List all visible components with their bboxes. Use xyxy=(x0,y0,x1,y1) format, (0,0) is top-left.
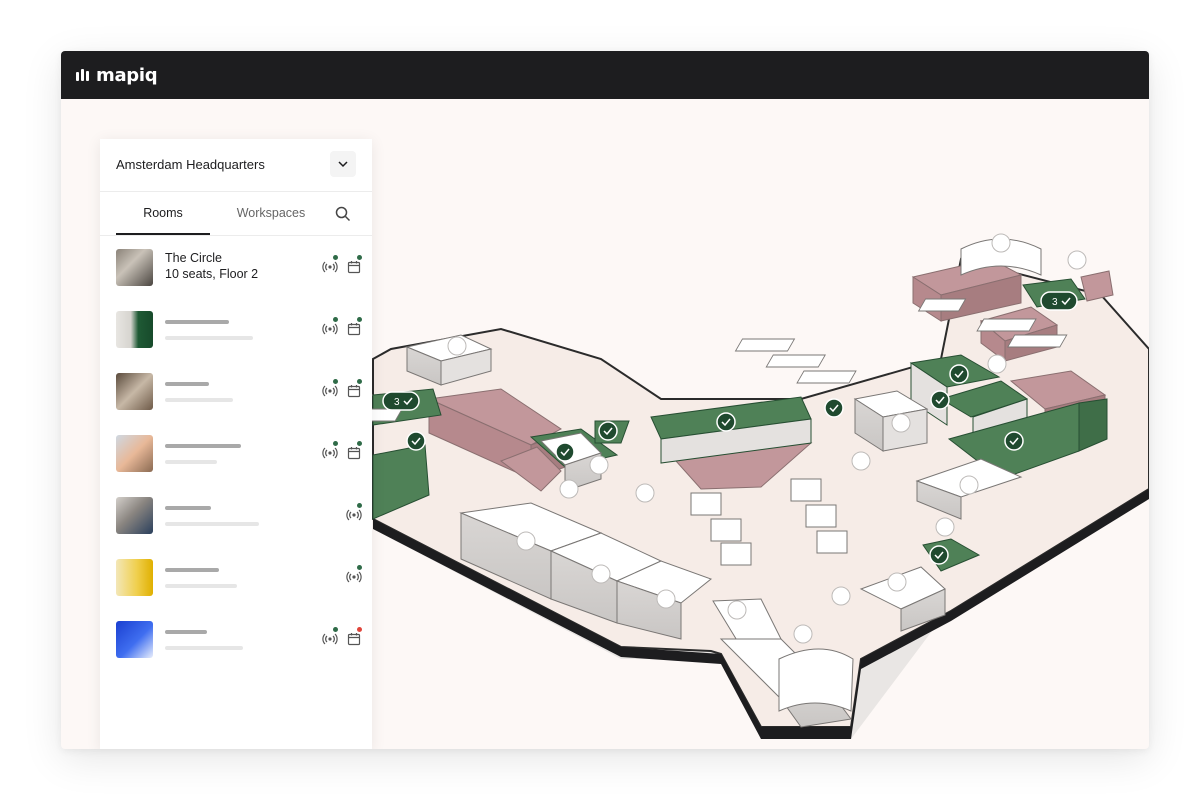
app-window: mapiq 3 3 Amsterdam Headquarters Rooms W… xyxy=(61,51,1149,749)
list-item[interactable] xyxy=(100,484,372,546)
available-marker[interactable] xyxy=(716,412,736,432)
room-subtitle: 10 seats, Floor 2 xyxy=(165,267,259,281)
chevron-down-icon xyxy=(338,161,348,168)
available-marker[interactable] xyxy=(949,364,969,384)
list-item[interactable] xyxy=(100,360,372,422)
tab-bar: Rooms Workspaces xyxy=(100,192,372,236)
sensor-status-dot xyxy=(333,255,338,260)
sensor-icon xyxy=(322,261,338,273)
room-thumbnail xyxy=(116,249,153,286)
sensor-icon xyxy=(346,571,362,583)
calendar-icon[interactable] xyxy=(346,445,362,461)
calendar-status-dot xyxy=(357,379,362,384)
calendar-status-dot xyxy=(357,317,362,322)
room-thumbnail xyxy=(116,621,153,658)
list-item[interactable] xyxy=(100,422,372,484)
cluster-badge[interactable]: 3 xyxy=(1040,291,1078,311)
rooms-panel: Amsterdam Headquarters Rooms Workspaces … xyxy=(100,139,372,749)
title-placeholder xyxy=(165,568,219,572)
sensor-icon xyxy=(322,633,338,645)
available-marker[interactable] xyxy=(598,421,618,441)
available-marker[interactable] xyxy=(1004,431,1024,451)
title-placeholder xyxy=(165,630,207,634)
calendar-status-dot xyxy=(357,441,362,446)
sensor-status-dot xyxy=(333,317,338,322)
subtitle-placeholder xyxy=(165,522,259,526)
subtitle-placeholder xyxy=(165,398,233,402)
title-placeholder xyxy=(165,506,211,510)
available-marker[interactable] xyxy=(406,431,426,451)
subtitle-placeholder xyxy=(165,460,217,464)
list-item[interactable] xyxy=(100,546,372,608)
available-marker[interactable] xyxy=(824,398,844,418)
room-thumbnail xyxy=(116,311,153,348)
sensor-icon xyxy=(322,323,338,335)
subtitle-placeholder xyxy=(165,584,237,588)
sensor-status-dot xyxy=(333,627,338,632)
sensor-status-dot xyxy=(333,379,338,384)
room-title: The Circle xyxy=(165,251,222,265)
brand-logo[interactable]: mapiq xyxy=(76,64,158,86)
room-thumbnail xyxy=(116,497,153,534)
available-marker[interactable] xyxy=(929,545,949,565)
location-selector[interactable]: Amsterdam Headquarters xyxy=(100,139,372,192)
calendar-icon[interactable] xyxy=(346,631,362,647)
list-item[interactable] xyxy=(100,608,372,670)
available-marker[interactable] xyxy=(555,442,575,462)
sensor-status-dot xyxy=(333,441,338,446)
calendar-status-dot xyxy=(357,627,362,632)
room-thumbnail xyxy=(116,435,153,472)
subtitle-placeholder xyxy=(165,336,253,340)
cluster-badge[interactable]: 3 xyxy=(382,391,420,411)
room-thumbnail xyxy=(116,559,153,596)
list-item[interactable]: The Circle 10 seats, Floor 2 xyxy=(100,236,372,298)
cluster-count: 3 xyxy=(394,397,400,408)
calendar-icon[interactable] xyxy=(346,383,362,399)
location-name: Amsterdam Headquarters xyxy=(116,157,265,172)
top-bar: mapiq xyxy=(61,51,1149,99)
sensor-icon xyxy=(322,447,338,459)
tab-workspaces[interactable]: Workspaces xyxy=(220,192,322,235)
list-item[interactable] xyxy=(100,298,372,360)
search-icon[interactable] xyxy=(334,205,352,223)
sensor-icon xyxy=(322,385,338,397)
cluster-count: 3 xyxy=(1052,297,1058,308)
available-marker[interactable] xyxy=(930,390,950,410)
calendar-icon[interactable] xyxy=(346,321,362,337)
title-placeholder xyxy=(165,382,209,386)
subtitle-placeholder xyxy=(165,646,243,650)
calendar-icon[interactable] xyxy=(346,259,362,275)
calendar-status-dot xyxy=(357,255,362,260)
location-dropdown-button[interactable] xyxy=(330,151,356,177)
tab-rooms[interactable]: Rooms xyxy=(116,192,210,235)
title-placeholder xyxy=(165,444,241,448)
title-placeholder xyxy=(165,320,229,324)
sensor-status-dot xyxy=(357,565,362,570)
room-thumbnail xyxy=(116,373,153,410)
sensor-icon xyxy=(346,509,362,521)
sensor-status-dot xyxy=(357,503,362,508)
logo-icon xyxy=(76,69,89,81)
brand-name: mapiq xyxy=(96,64,158,86)
